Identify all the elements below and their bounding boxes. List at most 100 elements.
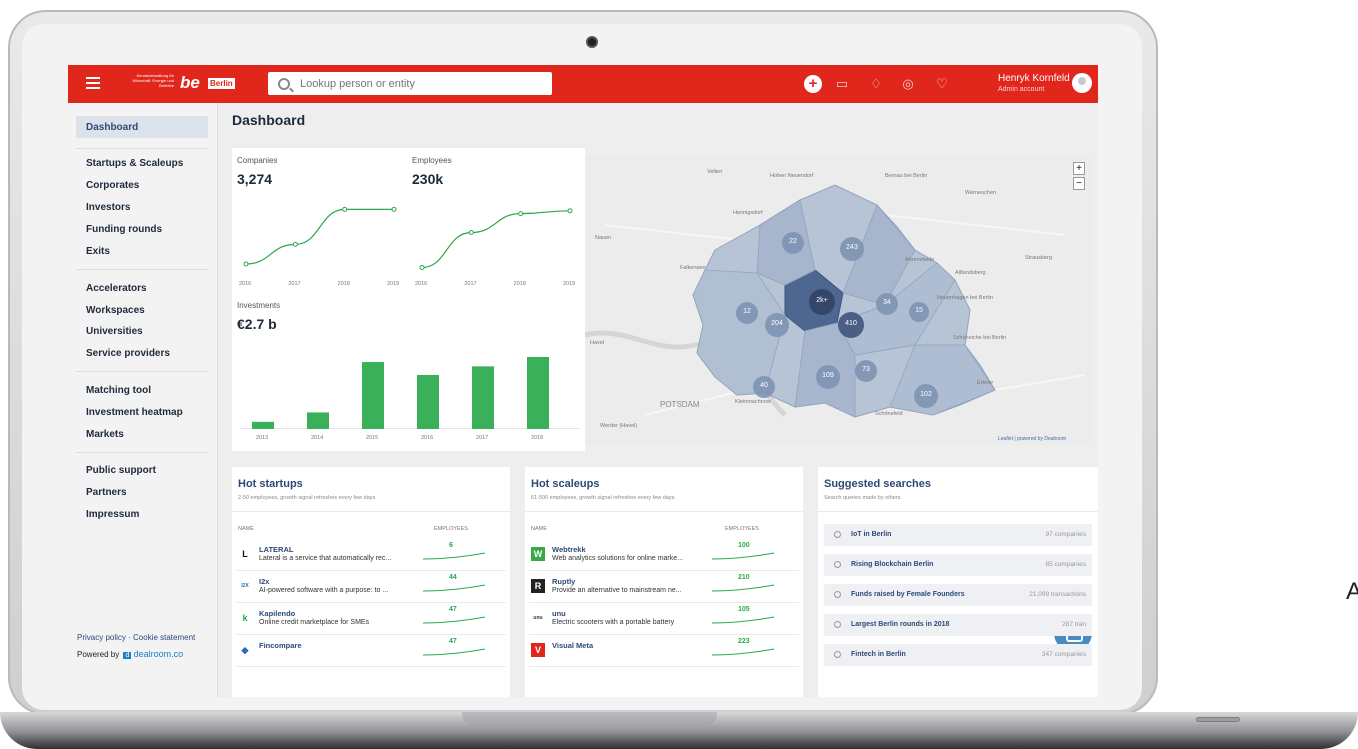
sidebar-item-partners[interactable]: Partners [86,487,127,498]
zoom-in-button[interactable]: + [1073,162,1085,175]
bar[interactable] [307,412,329,429]
map-cluster-label[interactable]: 22 [781,238,805,245]
company-logo-icon[interactable]: unu [531,611,545,625]
sidebar-item-public-support[interactable]: Public support [86,465,156,476]
add-icon[interactable]: + [804,75,822,93]
hot-scaleups-col-name[interactable]: NAME [531,526,547,532]
map-place-label: Falkensee [680,265,706,271]
monitor-icon[interactable]: ▭ [834,76,850,92]
search-bar[interactable] [268,72,552,95]
map-cluster-label[interactable]: 102 [914,391,938,398]
avatar[interactable] [1072,73,1092,93]
bar[interactable] [362,362,384,429]
panel-divider [818,511,1098,512]
bar[interactable] [417,375,439,429]
bell-icon[interactable]: ♢ [868,76,884,92]
company-name-link[interactable]: Kapilendo [259,609,295,618]
map-cluster-label[interactable]: 204 [765,320,789,327]
map-cluster-label[interactable]: 243 [840,244,864,251]
map-cluster-label[interactable]: 109 [816,372,840,379]
sidebar-item-universities[interactable]: Universities [86,326,143,337]
hot-startups-col-name[interactable]: NAME [238,526,254,532]
employee-count: 223 [738,638,750,645]
data-point[interactable] [342,206,348,212]
map-cluster-label[interactable]: 40 [752,382,776,389]
map-cluster-label[interactable]: 34 [875,299,899,306]
sidebar-item-accelerators[interactable]: Accelerators [86,283,147,294]
map-place-label: Bernau bei Berlin [885,173,928,179]
map-cluster-label[interactable]: 73 [854,366,878,373]
sidebar-item-startups[interactable]: Startups & Scaleups [86,158,183,169]
sidebar-item-investment-heatmap[interactable]: Investment heatmap [86,407,183,418]
privacy-cookie-links[interactable]: Privacy policy · Cookie statement [77,633,195,642]
sidebar-item-dashboard[interactable]: Dashboard [86,122,138,133]
company-name-link[interactable]: Ruptly [552,577,575,586]
hot-scaleups-col-employees[interactable]: EMPLOYEES [725,526,759,532]
company-name-link[interactable]: LATERAL [259,545,293,554]
bar[interactable] [527,357,549,429]
x-tick-label: 2015 [366,435,379,441]
startup-map[interactable]: 22 243 2k+ 34 15 12 204 410 109 73 40 102 Velten Hohe… [585,155,1090,445]
map-attribution[interactable]: Leaflet | powered by Dealroom [998,436,1066,442]
suggested-search-item[interactable]: Fintech in Berlin 347 companies [824,644,1092,666]
map-cluster-label[interactable]: 12 [735,308,759,315]
data-point[interactable] [292,241,298,247]
data-point[interactable] [419,265,425,270]
suggested-search-item[interactable]: IoT in Berlin 97 companies [824,524,1092,546]
company-logo-icon[interactable]: k [238,611,252,625]
sidebar-item-impressum[interactable]: Impressum [86,509,139,520]
company-logo-icon[interactable]: ◆ [238,643,252,657]
zoom-out-button[interactable]: − [1073,177,1085,190]
hot-scaleups-title[interactable]: Hot scaleups [531,478,599,490]
sidebar-item-matching-tool[interactable]: Matching tool [86,385,151,396]
company-logo-icon[interactable]: L [238,547,252,561]
menu-icon[interactable] [86,77,100,89]
map-place-label: Strausberg [1025,255,1052,261]
sidebar-item-service-providers[interactable]: Service providers [86,348,170,359]
data-point[interactable] [518,211,524,217]
sidebar-item-exits[interactable]: Exits [86,246,110,257]
series-line [245,208,394,265]
help-icon[interactable]: ◎ [900,76,916,92]
bar[interactable] [472,366,494,429]
company-name-link[interactable]: Fincompare [259,641,302,650]
map-place-label: POTSDAM [660,400,700,409]
company-logo-icon[interactable]: W [531,547,545,561]
company-name-link[interactable]: Visual Meta [552,641,593,650]
dealroom-logo-icon: d [123,652,132,659]
sidebar-item-workspaces[interactable]: Workspaces [86,305,145,316]
company-logo-icon[interactable]: R [531,579,545,593]
sidebar-item-markets[interactable]: Markets [86,429,124,440]
heart-icon[interactable]: ♡ [934,76,950,92]
suggested-search-item[interactable]: Largest Berlin rounds in 2018 287 tran [824,614,1092,636]
row-divider [236,634,506,635]
user-name[interactable]: Henryk Kornfeld [998,73,1070,84]
data-point[interactable] [468,230,474,235]
company-logo-icon[interactable]: I2X [238,579,252,593]
dealroom-link[interactable]: dealroom.co [134,649,184,659]
company-name-link[interactable]: I2x [259,577,269,586]
suggested-search-item[interactable]: Rising Blockchain Berlin 85 companies [824,554,1092,576]
map-cluster-label[interactable]: 15 [907,307,931,314]
be-berlin-logo[interactable]: be [180,73,200,93]
hot-startups-col-employees[interactable]: EMPLOYEES [434,526,468,532]
sidebar-item-corporates[interactable]: Corporates [86,180,139,191]
data-point[interactable] [567,208,573,214]
company-logo-icon[interactable]: V [531,643,545,657]
suggested-search-item[interactable]: Funds raised by Female Founders 21,099 tr… [824,584,1092,606]
hot-startups-title[interactable]: Hot startups [238,478,303,490]
bar[interactable] [252,421,274,429]
x-tick-label: 2013 [256,435,269,441]
company-name-link[interactable]: Webtrekk [552,545,586,554]
data-point[interactable] [391,206,397,212]
suggested-search-label: Funds raised by Female Founders [851,591,965,598]
laptop-mockup: A Senatsverwaltung für Wirtschaft, Energ… [0,0,1358,749]
company-name-link[interactable]: unu [552,609,566,618]
search-input[interactable] [300,77,540,90]
data-point[interactable] [243,261,249,267]
sidebar-item-investors[interactable]: Investors [86,202,130,213]
map-place-label: Erkner [977,380,994,386]
map-cluster-label[interactable]: 2k+ [810,297,834,304]
map-cluster-label[interactable]: 410 [839,320,863,327]
sidebar-item-funding-rounds[interactable]: Funding rounds [86,224,162,235]
